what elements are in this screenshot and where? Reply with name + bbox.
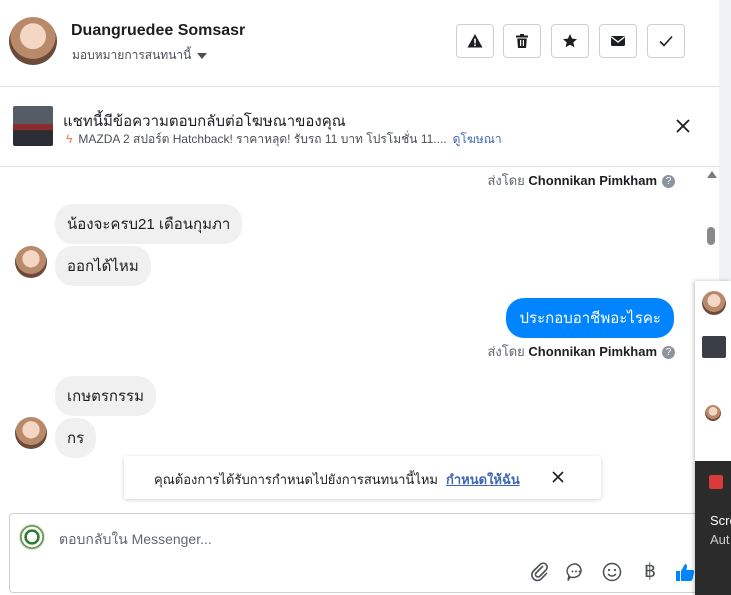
app-icon bbox=[709, 475, 723, 489]
mark-unread-button[interactable] bbox=[599, 24, 637, 58]
outgoing-message[interactable]: ประกอบอาชีพอะไรคะ bbox=[506, 298, 674, 338]
report-spam-button[interactable] bbox=[456, 24, 494, 58]
sender-avatar[interactable] bbox=[15, 246, 47, 278]
ad-thumbnail[interactable] bbox=[13, 106, 53, 146]
chat-head-avatar[interactable] bbox=[702, 291, 726, 315]
sent-by-name[interactable]: Chonnikan Pimkham bbox=[528, 173, 657, 188]
assign-label: มอบหมายการสนทนานี้ bbox=[72, 48, 192, 62]
trash-icon bbox=[516, 34, 528, 48]
sent-by-label: ส่งโดย Chonnikan Pimkham? bbox=[487, 170, 675, 191]
page-avatar bbox=[19, 524, 45, 550]
assign-to-me-link[interactable]: กำหนดให้ฉัน bbox=[446, 472, 520, 487]
chevron-down-icon bbox=[197, 52, 208, 59]
reply-input[interactable]: ตอบกลับใน Messenger... bbox=[59, 529, 212, 551]
view-ad-link[interactable]: ดูโฆษณา bbox=[453, 132, 502, 146]
saved-reply-icon[interactable] bbox=[565, 561, 587, 583]
assign-reminder-toast: คุณต้องการได้รับการกำหนดไปยังการสนทนานี้… bbox=[124, 456, 601, 499]
scroll-up-arrow[interactable] bbox=[707, 171, 717, 178]
contact-avatar[interactable] bbox=[9, 17, 57, 65]
envelope-icon bbox=[611, 36, 625, 46]
contact-name[interactable]: Duangruedee Somsasr bbox=[71, 22, 245, 40]
star-icon bbox=[563, 34, 577, 48]
chat-head-avatar[interactable] bbox=[705, 405, 721, 421]
check-icon bbox=[659, 35, 673, 47]
emoji-icon[interactable] bbox=[601, 561, 623, 583]
warning-icon bbox=[467, 34, 483, 48]
ad-text: MAZDA 2 สปอร์ต Hatchback! ราคาหลุด! รับร… bbox=[78, 132, 447, 146]
lightning-icon: ϟ bbox=[66, 132, 73, 146]
help-icon[interactable]: ? bbox=[662, 175, 675, 189]
ad-subtitle: ϟ MAZDA 2 สปอร์ต Hatchback! ราคาหลุด! รับ… bbox=[66, 130, 502, 149]
star-button[interactable] bbox=[551, 24, 589, 58]
close-icon[interactable] bbox=[551, 470, 565, 484]
delete-button[interactable] bbox=[503, 24, 541, 58]
ad-reply-banner: แชทนี้มีข้อความตอบกลับต่อโฆษณาของคุณ ϟ MA… bbox=[0, 87, 719, 167]
reminder-text: คุณต้องการได้รับการกำหนดไปยังการสนทนานี้… bbox=[154, 472, 438, 487]
notification-title: Scre bbox=[710, 513, 731, 528]
notification-subtitle: Aut bbox=[710, 532, 730, 547]
screenshot-notification[interactable]: Scre Aut bbox=[695, 461, 731, 595]
scrollbar-thumb[interactable] bbox=[707, 227, 715, 245]
help-icon[interactable]: ? bbox=[662, 346, 675, 360]
incoming-message[interactable]: เกษตรกรรม bbox=[55, 376, 156, 416]
sent-by-name[interactable]: Chonnikan Pimkham bbox=[528, 344, 657, 359]
incoming-message[interactable]: กร bbox=[55, 418, 97, 458]
sent-by-prefix: ส่งโดย bbox=[487, 344, 525, 359]
sender-avatar[interactable] bbox=[15, 417, 47, 449]
incoming-message[interactable]: ออกได้ไหม bbox=[55, 246, 151, 286]
mark-done-button[interactable] bbox=[647, 24, 685, 58]
chat-side-panel: Scre Aut bbox=[695, 281, 731, 595]
paperclip-icon[interactable] bbox=[529, 561, 551, 583]
reminder-text-row: คุณต้องการได้รับการกำหนดไปยังการสนทนานี้… bbox=[154, 469, 520, 490]
assign-dropdown[interactable]: มอบหมายการสนทนานี้ bbox=[72, 46, 208, 65]
baht-payment-icon[interactable]: ฿ bbox=[639, 560, 661, 582]
ad-thumbnail[interactable] bbox=[702, 336, 726, 358]
sent-by-label: ส่งโดย Chonnikan Pimkham? bbox=[487, 341, 675, 362]
sent-by-prefix: ส่งโดย bbox=[487, 173, 525, 188]
reply-composer[interactable]: ตอบกลับใน Messenger... ฿ bbox=[9, 513, 709, 593]
incoming-message[interactable]: น้องจะครบ21 เดือนกุมภา bbox=[55, 204, 243, 244]
like-icon[interactable] bbox=[674, 561, 696, 583]
close-icon[interactable] bbox=[674, 117, 692, 135]
conversation-header: Duangruedee Somsasr มอบหมายการสนทนานี้ bbox=[0, 0, 719, 87]
